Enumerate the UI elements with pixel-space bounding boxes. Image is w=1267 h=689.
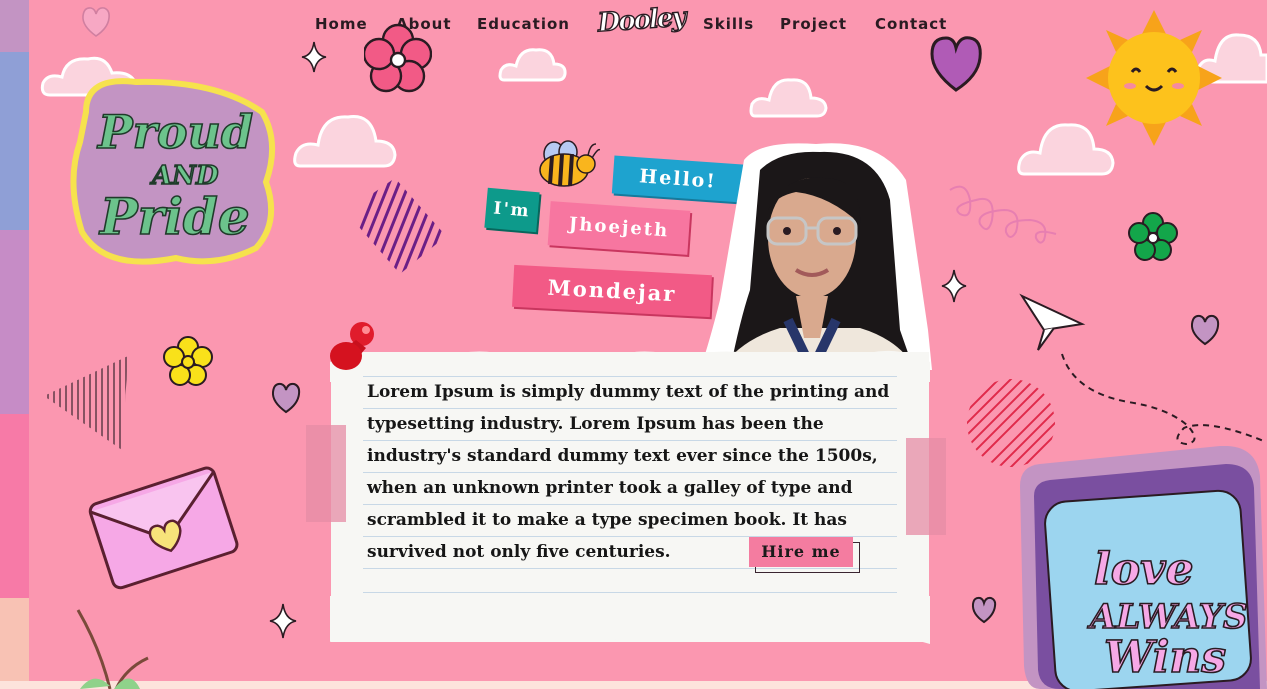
torn-edge — [330, 596, 930, 644]
side-stripe — [0, 230, 29, 414]
tag-im: I'm — [484, 187, 540, 233]
nav-home[interactable]: Home — [315, 15, 368, 33]
side-stripe — [0, 414, 29, 598]
side-stripe — [0, 52, 29, 230]
side-stripe — [0, 598, 29, 689]
tape-strip — [906, 438, 946, 535]
nav-project[interactable]: Project — [780, 15, 847, 33]
top-navigation: Home About Education Dooley Skills Proje… — [0, 0, 1267, 52]
badge-word: Wins — [1104, 632, 1226, 683]
hire-me-button[interactable]: Hire me — [749, 537, 853, 567]
nav-education[interactable]: Education — [477, 15, 570, 33]
sun-icon — [1086, 10, 1222, 146]
striped-triangle — [47, 356, 127, 450]
tag-first-name: Jhoejeth — [547, 201, 691, 255]
heart-icon — [930, 36, 982, 92]
nav-contact[interactable]: Contact — [875, 15, 947, 33]
heart-icon — [971, 596, 997, 624]
envelope-icon — [88, 466, 239, 590]
tape-strip — [306, 425, 346, 522]
heart-icon — [271, 382, 301, 414]
badge-word: love — [1094, 544, 1194, 595]
cloud — [749, 78, 828, 118]
bee-icon — [539, 140, 600, 187]
spiral-doodle — [949, 185, 1057, 244]
proud-and-pride-sticker: Proud AND Pride — [70, 78, 276, 265]
nav-skills[interactable]: Skills — [703, 15, 754, 33]
sparkle-icon — [941, 269, 967, 303]
site-logo[interactable]: Dooley — [596, 2, 686, 47]
love-always-wins-sticker: love ALWAYS Wins — [1020, 446, 1267, 689]
badge-word: Pride — [98, 187, 250, 246]
plant-icon — [76, 609, 149, 689]
heart-icon — [82, 7, 110, 37]
profile-photo — [700, 143, 932, 370]
flower-icon — [1128, 212, 1178, 261]
tag-last-name: Mondejar — [512, 264, 712, 318]
badge-word: Proud — [96, 105, 253, 159]
sparkle-icon — [301, 41, 327, 73]
striped-diamond — [346, 178, 446, 274]
flower-icon — [163, 336, 213, 386]
badge-word: ALWAYS — [1087, 597, 1248, 637]
cloud — [293, 115, 397, 168]
sparkle-icon — [269, 603, 297, 639]
pushpin-icon — [330, 322, 374, 370]
flower-icon — [364, 23, 432, 93]
note-rule — [363, 592, 897, 593]
